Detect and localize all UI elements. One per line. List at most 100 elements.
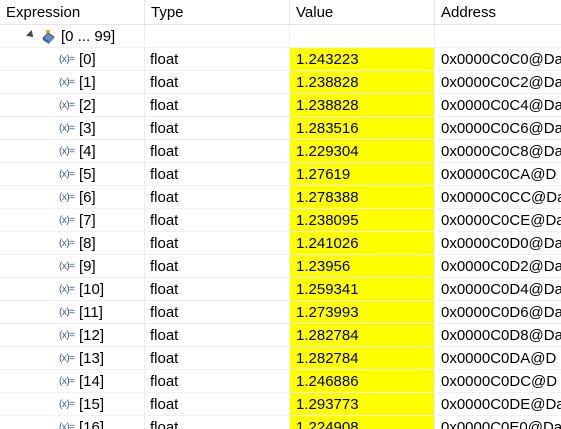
expression-cell: (x)= [2] <box>0 94 145 117</box>
table-row[interactable]: (x)= [12] float 1.282784 0x0000C0D8@Da <box>0 324 561 347</box>
element-index: [12] <box>79 327 105 344</box>
table-row[interactable]: (x)= [8] float 1.241026 0x0000C0D0@Da <box>0 232 561 255</box>
variable-icon: (x)= <box>59 123 75 134</box>
element-index: [10] <box>79 281 105 298</box>
array-range-label: [0 ... 99] <box>61 28 116 45</box>
type-cell: float <box>145 301 290 324</box>
table-row[interactable]: (x)= [1] float 1.238828 0x0000C0C2@Da <box>0 71 561 94</box>
address-cell: 0x0000C0C2@Da <box>435 71 561 94</box>
expression-cell: (x)= [15] <box>0 393 145 416</box>
value-cell[interactable]: 1.293773 <box>290 393 435 416</box>
variable-icon: (x)= <box>59 422 75 429</box>
expression-cell: (x)= [1] <box>0 71 145 94</box>
value-cell[interactable]: 1.278388 <box>290 186 435 209</box>
table-row[interactable]: (x)= [6] float 1.278388 0x0000C0CC@Da <box>0 186 561 209</box>
type-cell: float <box>145 71 290 94</box>
type-cell: float <box>145 48 290 71</box>
column-header-expression[interactable]: Expression <box>0 0 145 25</box>
address-cell: 0x0000C0D6@Da <box>435 301 561 324</box>
variable-icon: (x)= <box>59 169 75 180</box>
variable-icon: (x)= <box>59 238 75 249</box>
value-cell[interactable]: 1.259341 <box>290 278 435 301</box>
variable-icon: (x)= <box>59 376 75 387</box>
variable-icon: (x)= <box>59 192 75 203</box>
table-row[interactable]: (x)= [10] float 1.259341 0x0000C0D4@Da <box>0 278 561 301</box>
type-cell: float <box>145 94 290 117</box>
value-cell[interactable]: 1.224908 <box>290 416 435 429</box>
variable-icon: (x)= <box>59 77 75 88</box>
expression-cell: (x)= [7] <box>0 209 145 232</box>
expand-arrow-icon[interactable] <box>26 30 36 40</box>
address-cell: 0x0000C0DA@D <box>435 347 561 370</box>
element-index: [15] <box>79 396 105 413</box>
column-header-address[interactable]: Address <box>435 0 561 25</box>
table-row[interactable]: (x)= [2] float 1.238828 0x0000C0C4@Da <box>0 94 561 117</box>
address-cell: 0x0000C0CA@D <box>435 163 561 186</box>
table-header: Expression Type Value Address <box>0 0 561 25</box>
expressions-view: Expression Type Value Address [0 ... 99] <box>0 0 561 429</box>
element-index: [14] <box>79 373 105 390</box>
address-cell: 0x0000C0DC@D <box>435 370 561 393</box>
expression-cell: (x)= [0] <box>0 48 145 71</box>
value-cell[interactable]: 1.243223 <box>290 48 435 71</box>
element-index: [13] <box>79 350 105 367</box>
expression-cell: (x)= [5] <box>0 163 145 186</box>
value-cell[interactable]: 1.238095 <box>290 209 435 232</box>
type-cell: float <box>145 393 290 416</box>
address-cell: 0x0000C0CE@Da <box>435 209 561 232</box>
value-cell[interactable]: 1.23956 <box>290 255 435 278</box>
table-row[interactable]: (x)= [13] float 1.282784 0x0000C0DA@D <box>0 347 561 370</box>
value-cell[interactable]: 1.238828 <box>290 94 435 117</box>
type-cell: float <box>145 278 290 301</box>
table-row[interactable]: (x)= [16] float 1.224908 0x0000C0E0@Da <box>0 416 561 429</box>
column-header-value[interactable]: Value <box>290 0 435 25</box>
value-cell[interactable]: 1.273993 <box>290 301 435 324</box>
element-index: [9] <box>79 258 96 275</box>
element-index: [8] <box>79 235 96 252</box>
value-cell[interactable]: 1.282784 <box>290 324 435 347</box>
table-row[interactable]: (x)= [11] float 1.273993 0x0000C0D6@Da <box>0 301 561 324</box>
element-index: [1] <box>79 74 96 91</box>
value-cell[interactable]: 1.241026 <box>290 232 435 255</box>
element-index: [7] <box>79 212 96 229</box>
type-cell: float <box>145 232 290 255</box>
value-cell[interactable]: 1.238828 <box>290 71 435 94</box>
expression-cell: [0 ... 99] <box>0 25 145 48</box>
table-row[interactable]: (x)= [14] float 1.246886 0x0000C0DC@D <box>0 370 561 393</box>
value-cell[interactable]: 1.246886 <box>290 370 435 393</box>
array-group-row[interactable]: [0 ... 99] <box>0 25 561 48</box>
table-row[interactable]: (x)= [4] float 1.229304 0x0000C0C8@Da <box>0 140 561 163</box>
expression-tree: [0 ... 99] (x)= [0] float 1.243223 0x0000C0C… <box>0 25 561 429</box>
type-cell: float <box>145 117 290 140</box>
expression-cell: (x)= [4] <box>0 140 145 163</box>
value-cell[interactable]: 1.283516 <box>290 117 435 140</box>
variable-icon: (x)= <box>59 330 75 341</box>
variable-icon: (x)= <box>59 261 75 272</box>
value-cell[interactable]: 1.229304 <box>290 140 435 163</box>
table-row[interactable]: (x)= [5] float 1.27619 0x0000C0CA@D <box>0 163 561 186</box>
table-row[interactable]: (x)= [0] float 1.243223 0x0000C0C0@Da <box>0 48 561 71</box>
table-row[interactable]: (x)= [15] float 1.293773 0x0000C0DE@Da <box>0 393 561 416</box>
type-cell: float <box>145 416 290 429</box>
variable-icon: (x)= <box>59 54 75 65</box>
table-row[interactable]: (x)= [9] float 1.23956 0x0000C0D2@Da <box>0 255 561 278</box>
expression-cell: (x)= [6] <box>0 186 145 209</box>
address-cell <box>435 25 561 48</box>
expression-cell: (x)= [8] <box>0 232 145 255</box>
table-row[interactable]: (x)= [3] float 1.283516 0x0000C0C6@Da <box>0 117 561 140</box>
type-cell: float <box>145 186 290 209</box>
value-cell[interactable]: 1.282784 <box>290 347 435 370</box>
expression-cell: (x)= [11] <box>0 301 145 324</box>
expression-cell: (x)= [9] <box>0 255 145 278</box>
element-index: [3] <box>79 120 96 137</box>
table-row[interactable]: (x)= [7] float 1.238095 0x0000C0CE@Da <box>0 209 561 232</box>
value-cell[interactable]: 1.27619 <box>290 163 435 186</box>
expression-cell: (x)= [12] <box>0 324 145 347</box>
expression-cell: (x)= [14] <box>0 370 145 393</box>
type-cell: float <box>145 324 290 347</box>
column-header-type[interactable]: Type <box>145 0 290 25</box>
element-index: [0] <box>79 51 96 68</box>
address-cell: 0x0000C0D8@Da <box>435 324 561 347</box>
address-cell: 0x0000C0C8@Da <box>435 140 561 163</box>
variable-icon: (x)= <box>59 215 75 226</box>
